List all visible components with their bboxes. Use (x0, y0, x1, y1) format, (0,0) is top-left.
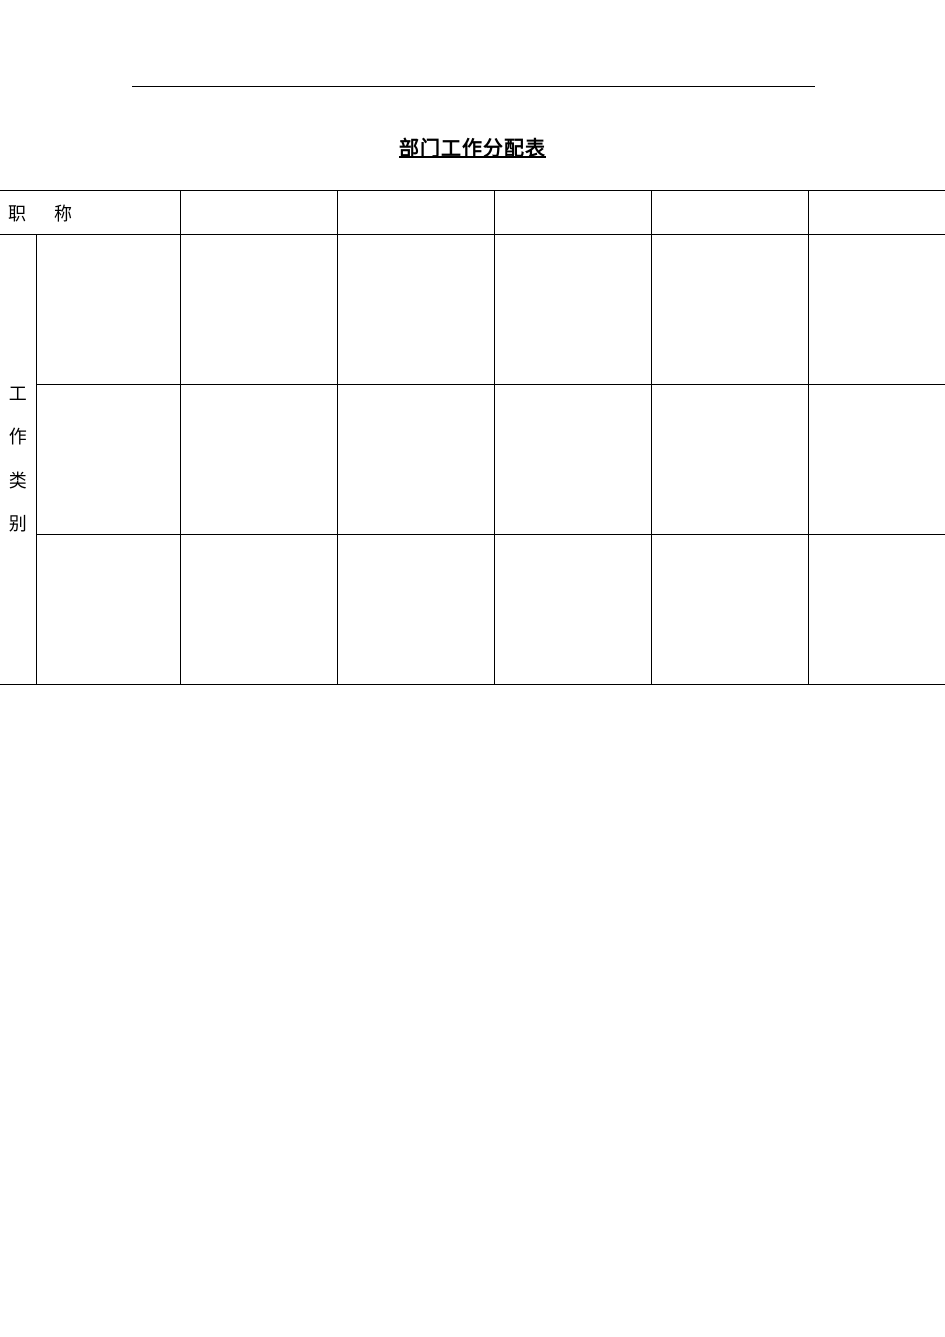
data-cell (180, 385, 337, 535)
data-cell (494, 385, 651, 535)
header-col (808, 191, 945, 235)
table-header-row: 职称 (0, 191, 945, 235)
header-col (494, 191, 651, 235)
header-col (651, 191, 808, 235)
header-col (180, 191, 337, 235)
data-cell (337, 385, 494, 535)
category-cell (36, 235, 180, 385)
data-cell (337, 535, 494, 685)
side-label-char: 类 (0, 460, 36, 503)
table-row (0, 385, 945, 535)
data-cell (494, 535, 651, 685)
data-cell (651, 235, 808, 385)
category-cell (36, 535, 180, 685)
data-cell (180, 535, 337, 685)
data-cell (808, 385, 945, 535)
category-cell (36, 385, 180, 535)
side-label-char: 作 (0, 416, 36, 459)
data-cell (651, 385, 808, 535)
side-label-char: 别 (0, 503, 36, 546)
data-cell (180, 235, 337, 385)
data-cell (808, 535, 945, 685)
page-title: 部门工作分配表 (0, 132, 945, 161)
data-cell (808, 235, 945, 385)
allocation-table: 职称 工 作 类 别 (0, 190, 945, 685)
data-cell (494, 235, 651, 385)
table-row (0, 535, 945, 685)
header-col (337, 191, 494, 235)
side-label-char: 工 (0, 373, 36, 416)
header-label: 职称 (0, 191, 180, 235)
side-label-work-category: 工 作 类 别 (0, 235, 36, 685)
data-cell (337, 235, 494, 385)
table-row: 工 作 类 别 (0, 235, 945, 385)
data-cell (651, 535, 808, 685)
header-rule (132, 86, 815, 87)
